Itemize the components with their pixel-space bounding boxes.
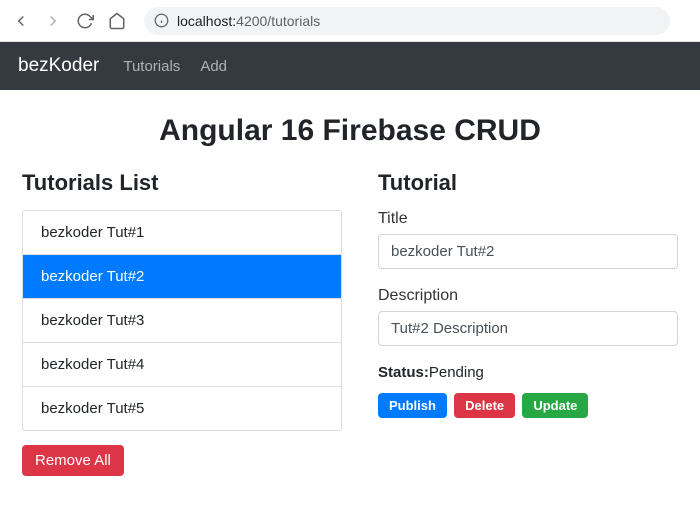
tutorials-list: bezkoder Tut#1 bezkoder Tut#2 bezkoder T…: [22, 210, 342, 431]
forward-button[interactable]: [42, 10, 64, 32]
url-text: localhost:4200/tutorials: [177, 13, 320, 29]
status-value: Pending: [429, 364, 484, 381]
list-item[interactable]: bezkoder Tut#1: [23, 211, 341, 255]
tutorials-list-section: Tutorials List bezkoder Tut#1 bezkoder T…: [22, 170, 342, 476]
status-label: Status:: [378, 364, 429, 381]
description-label: Description: [378, 287, 678, 305]
update-button[interactable]: Update: [522, 393, 588, 418]
status-row: Status:Pending: [378, 364, 678, 381]
list-item[interactable]: bezkoder Tut#2: [23, 255, 341, 299]
title-label: Title: [378, 210, 678, 228]
remove-all-button[interactable]: Remove All: [22, 445, 124, 476]
list-item[interactable]: bezkoder Tut#5: [23, 387, 341, 430]
brand[interactable]: bezKoder: [18, 55, 99, 77]
list-item[interactable]: bezkoder Tut#3: [23, 299, 341, 343]
app-navbar: bezKoder Tutorials Add: [0, 42, 700, 90]
page-content: Angular 16 Firebase CRUD Tutorials List …: [0, 90, 700, 494]
browser-toolbar: localhost:4200/tutorials: [0, 0, 700, 42]
tutorial-detail-section: Tutorial Title Description Status:Pendin…: [378, 170, 678, 476]
nav-link-tutorials[interactable]: Tutorials: [123, 58, 180, 75]
page-title: Angular 16 Firebase CRUD: [22, 114, 678, 148]
delete-button[interactable]: Delete: [454, 393, 515, 418]
reload-button[interactable]: [74, 10, 96, 32]
back-button[interactable]: [10, 10, 32, 32]
nav-link-add[interactable]: Add: [200, 58, 227, 75]
description-input[interactable]: [378, 311, 678, 346]
list-heading: Tutorials List: [22, 170, 342, 196]
detail-heading: Tutorial: [378, 170, 678, 196]
publish-button[interactable]: Publish: [378, 393, 447, 418]
list-item[interactable]: bezkoder Tut#4: [23, 343, 341, 387]
address-bar[interactable]: localhost:4200/tutorials: [144, 7, 670, 35]
info-icon: [154, 13, 169, 28]
home-button[interactable]: [106, 10, 128, 32]
title-input[interactable]: [378, 234, 678, 269]
